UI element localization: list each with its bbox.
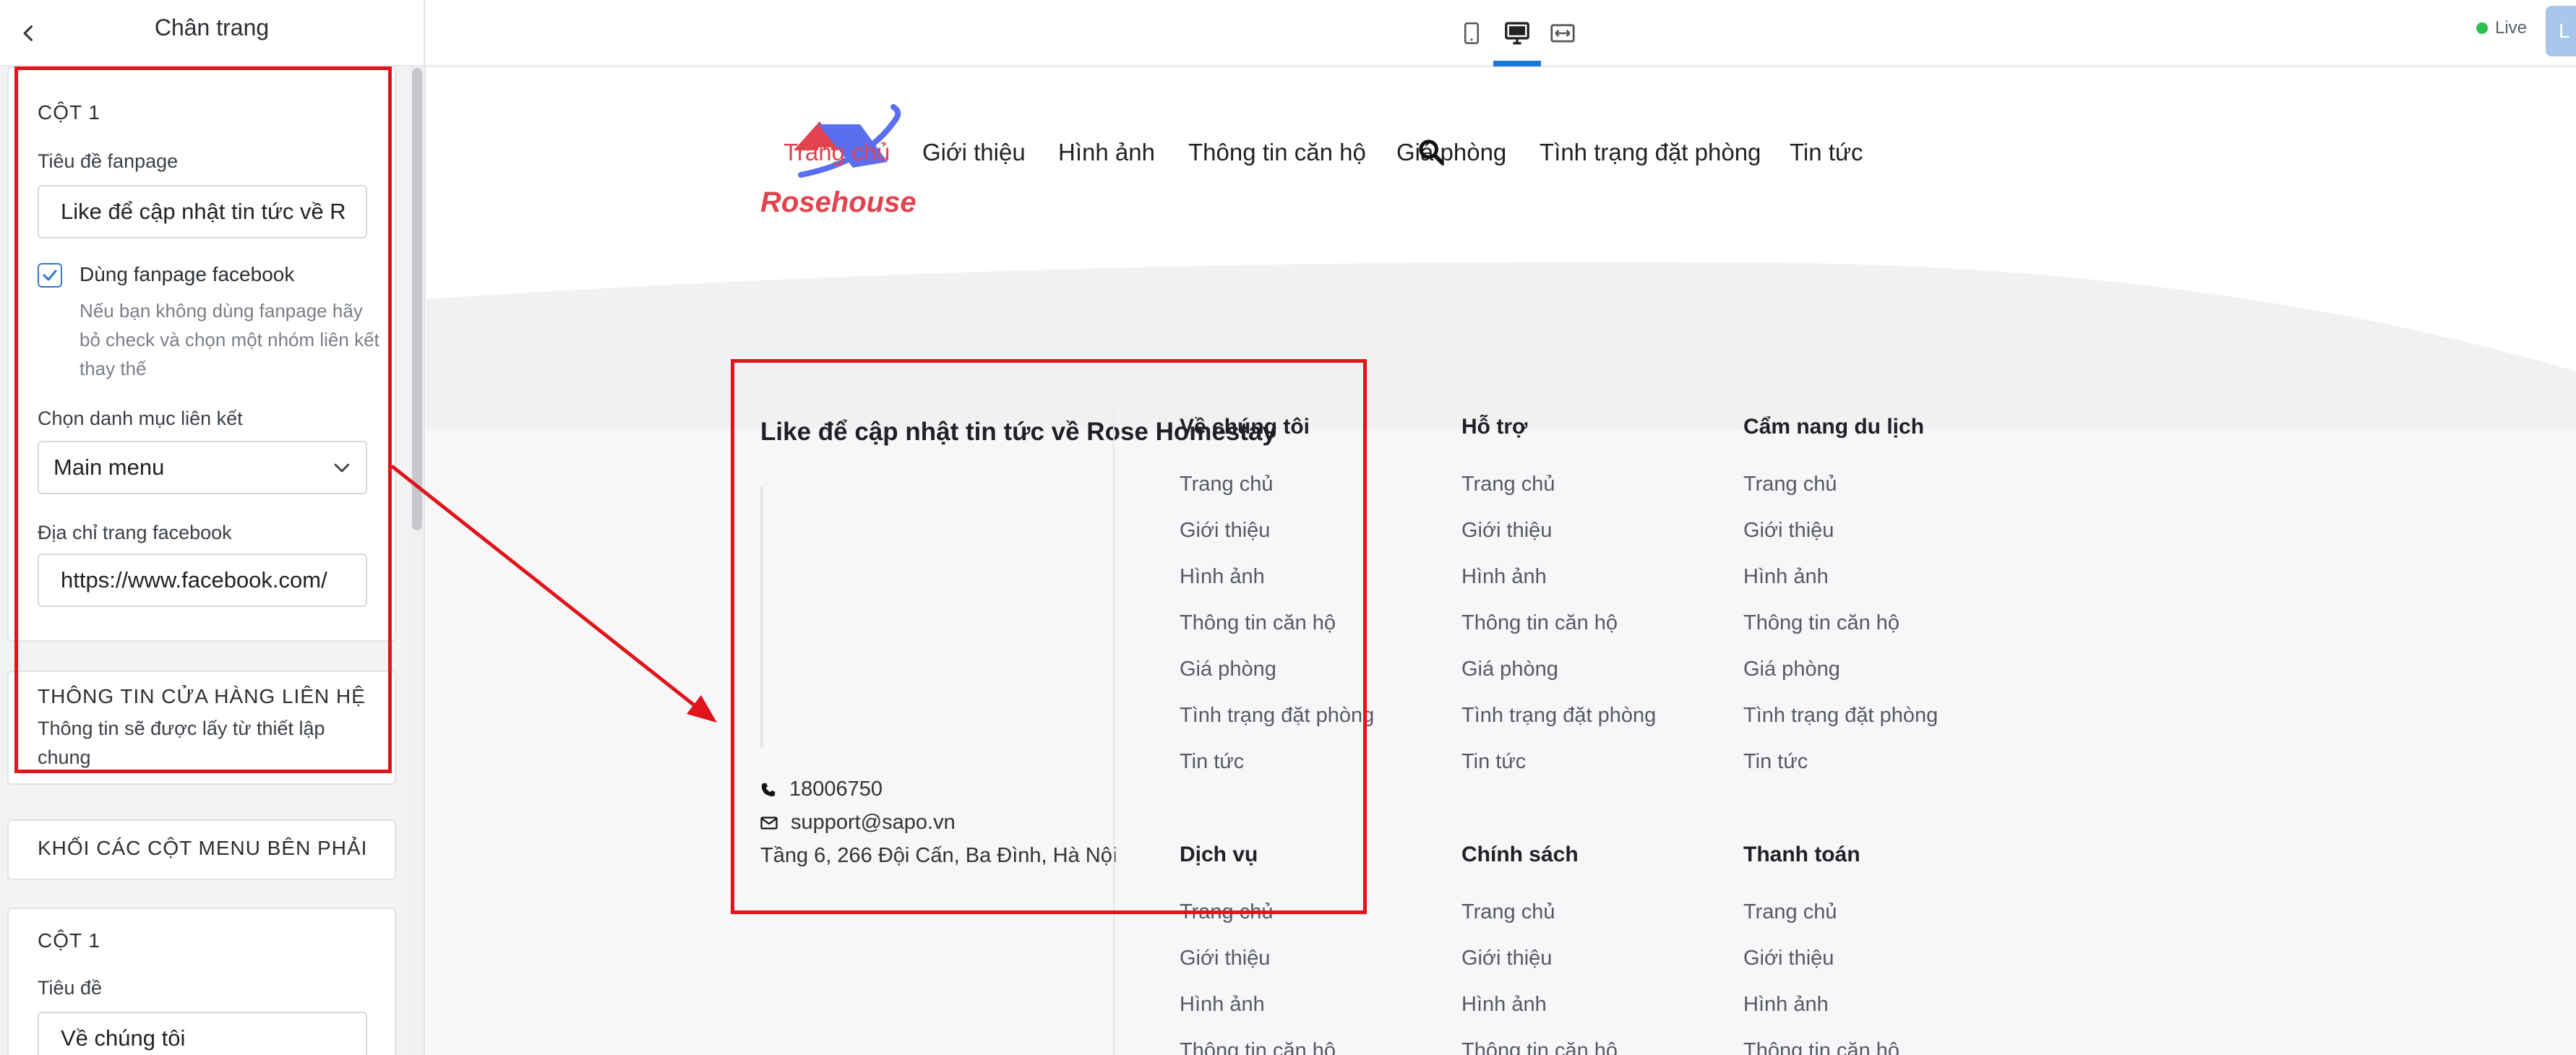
footer-menu-link[interactable]: Tình trạng đặt phòng (1461, 704, 1656, 728)
expand-width-icon (1550, 24, 1575, 43)
panel-scrollbar[interactable] (409, 66, 424, 1055)
right-menu-block-heading: KHỐI CÁC CỘT MENU BÊN PHẢI (38, 837, 368, 859)
nav-item[interactable]: Giá phòng (1396, 139, 1506, 166)
footer-menu-title: Cẩm nang du lịch (1743, 415, 1925, 439)
section-heading: CỘT 1 (38, 929, 100, 952)
footer-menu-link[interactable]: Thông tin căn hộ (1461, 1039, 1618, 1055)
footer-menu-title: Hỗ trợ (1461, 415, 1528, 439)
scrollbar-thumb[interactable] (412, 68, 422, 530)
search-icon[interactable] (1417, 137, 1446, 166)
chevron-left-icon (23, 25, 33, 41)
footer-menu-link[interactable]: Trang chủ (1743, 473, 1837, 496)
footer-menu-title: Chính sách (1461, 843, 1579, 866)
footer-menu-link[interactable]: Giới thiệu (1461, 519, 1552, 543)
footer-menu-link[interactable]: Tình trạng đặt phòng (1743, 704, 1938, 728)
menu-title-label: Tiêu đề (38, 977, 103, 999)
right-menu-block-card[interactable]: KHỐI CÁC CỘT MENU BÊN PHẢI (7, 819, 396, 880)
live-status: Live (2476, 17, 2527, 39)
footer-menu-link[interactable]: Giới thiệu (1743, 519, 1834, 543)
nav-item[interactable]: Thông tin căn hộ (1188, 139, 1366, 166)
footer-menu-link[interactable]: Hình ảnh (1743, 565, 1829, 589)
footer-menu-link[interactable]: Hình ảnh (1180, 993, 1265, 1017)
footer-menu-link[interactable]: Hình ảnh (1461, 565, 1547, 589)
footer-menu-link[interactable]: Giới thiệu (1461, 947, 1552, 970)
nav-item[interactable]: Tin tức (1790, 139, 1863, 166)
footer-menu-link[interactable]: Hình ảnh (1743, 993, 1829, 1017)
footer-menu-link[interactable]: Tin tức (1461, 750, 1526, 774)
live-dot-icon (2476, 22, 2488, 34)
logo-text: Rosehouse (760, 186, 916, 218)
footer-menu-link[interactable]: Thông tin căn hộ (1180, 1039, 1336, 1055)
footer-menu-link[interactable]: Trang chủ (1743, 900, 1837, 924)
footer-menu-link[interactable]: Giá phòng (1461, 658, 1558, 681)
panel-header: Chân trang (0, 0, 424, 66)
desktop-view-button[interactable] (1497, 13, 1537, 53)
footer-menu-link[interactable]: Trang chủ (1461, 900, 1555, 924)
nav-item[interactable]: Hình ảnh (1058, 139, 1155, 166)
footer-menu-link[interactable]: Giới thiệu (1743, 947, 1834, 970)
editor-topbar: Live L (425, 0, 2576, 66)
footer-menu-link[interactable]: Giá phòng (1743, 658, 1840, 681)
footer-menu-link[interactable]: Trang chủ (1461, 473, 1555, 496)
back-button[interactable] (9, 13, 49, 53)
footer-menu-link[interactable]: Giới thiệu (1180, 947, 1270, 970)
site-header: Rosehouse Trang chủ Giới thiệu Hình ảnh Thô… (426, 68, 2576, 241)
desktop-icon (1505, 22, 1529, 45)
mobile-view-button[interactable] (1451, 13, 1492, 53)
highlight-frame-panel (14, 66, 392, 773)
mobile-icon (1464, 22, 1479, 44)
nav-item[interactable]: Giới thiệu (922, 139, 1026, 166)
footer-menu-link[interactable]: Thông tin căn hộ (1461, 611, 1618, 635)
menu-title-input[interactable]: Về chúng tôi (38, 1012, 367, 1055)
nav-item[interactable]: Trang chủ (783, 139, 890, 166)
footer-menu-link[interactable]: Thông tin căn hộ (1743, 1039, 1899, 1055)
active-device-indicator (1493, 61, 1541, 66)
panel-title: Chân trang (154, 14, 270, 40)
live-label: Live (2495, 18, 2528, 38)
fullwidth-view-button[interactable] (1542, 13, 1583, 53)
footer-menu-title: Thanh toán (1743, 843, 1860, 866)
footer-menu-link[interactable]: Hình ảnh (1461, 993, 1547, 1017)
nav-item[interactable]: Tình trạng đặt phòng (1540, 139, 1761, 166)
footer-menu-link[interactable]: Tin tức (1743, 750, 1808, 774)
footer-menu-link[interactable]: Thông tin căn hộ (1743, 611, 1899, 635)
menu-column-1-card: CỘT 1 Tiêu đề Về chúng tôi (7, 908, 396, 1055)
highlight-frame-preview (731, 359, 1367, 914)
publish-button[interactable]: L (2546, 6, 2576, 56)
